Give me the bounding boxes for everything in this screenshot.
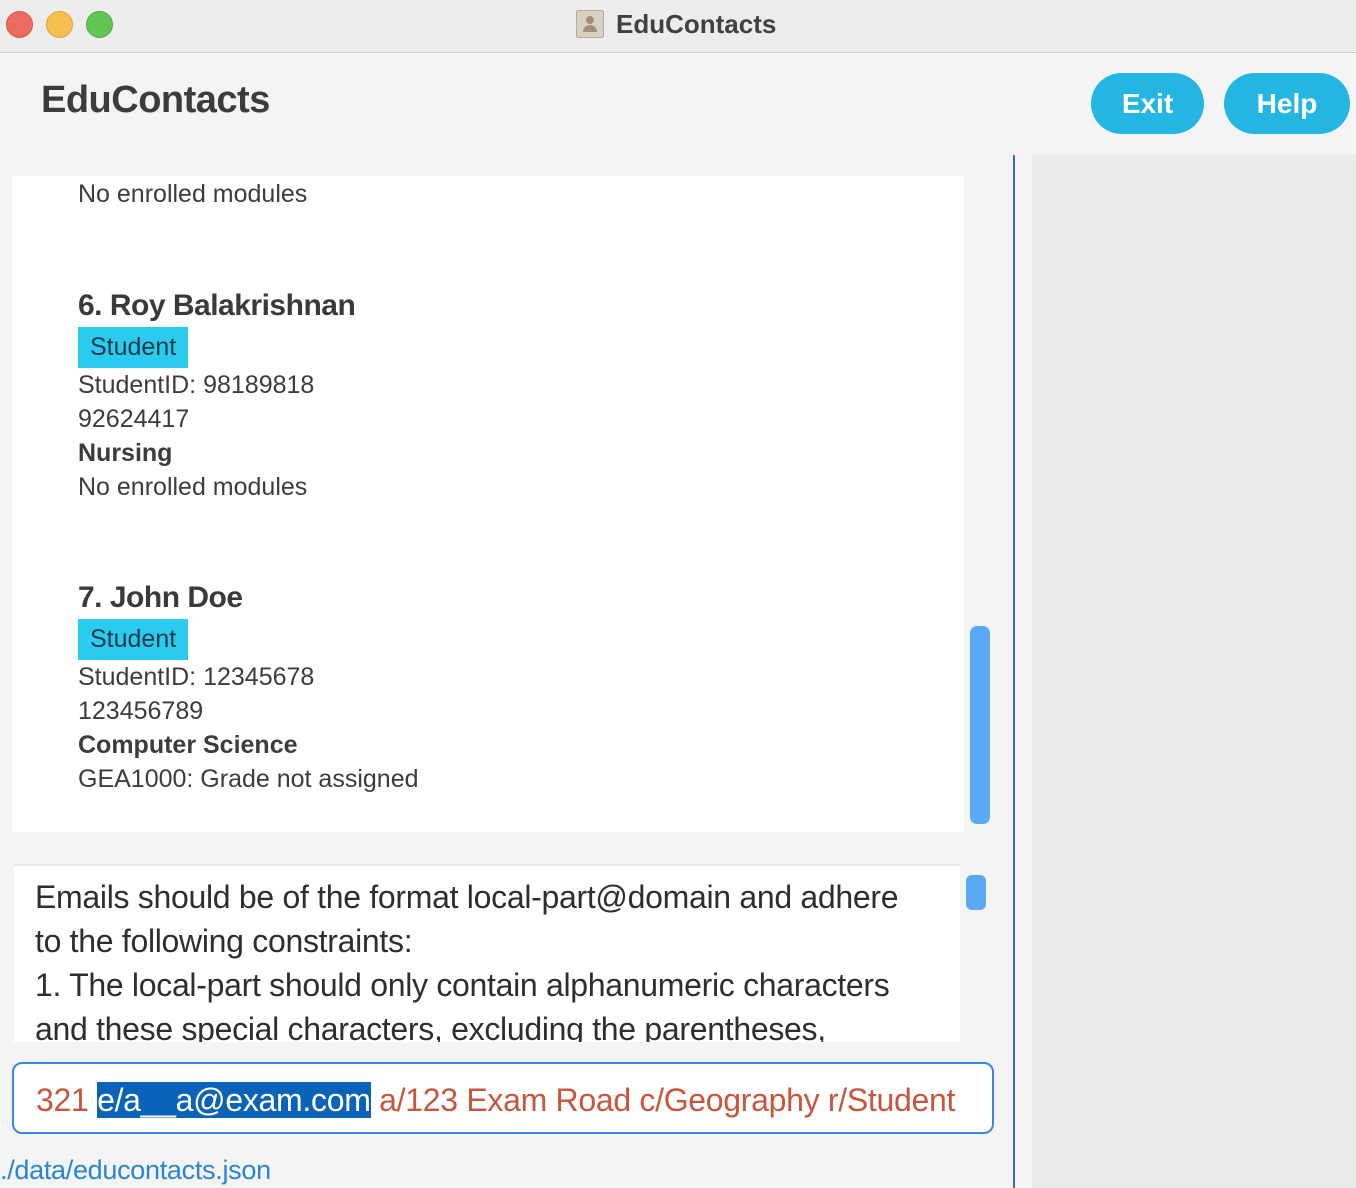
role-tag: Student bbox=[78, 619, 189, 660]
result-display[interactable]: Emails should be of the format local-par… bbox=[14, 864, 960, 1042]
list-item[interactable]: 6. Roy Balakrishnan Student StudentID: 9… bbox=[78, 287, 356, 504]
list-item[interactable]: No enrolled modules bbox=[78, 177, 307, 211]
contacts-app-icon bbox=[576, 10, 604, 38]
split-pane-divider[interactable] bbox=[1013, 155, 1015, 1188]
minimize-window-button[interactable] bbox=[46, 11, 73, 38]
app-name: EduContacts bbox=[41, 79, 270, 121]
close-window-button[interactable] bbox=[6, 11, 33, 38]
exit-button[interactable]: Exit bbox=[1091, 73, 1204, 134]
contact-name: 7. John Doe bbox=[78, 581, 243, 614]
contact-modules: No enrolled modules bbox=[78, 180, 308, 208]
contact-modules: No enrolled modules bbox=[78, 473, 308, 501]
help-button[interactable]: Help bbox=[1224, 73, 1350, 134]
app-header: EduContacts Exit Help bbox=[0, 53, 1356, 155]
maximize-window-button[interactable] bbox=[86, 11, 113, 38]
right-panel bbox=[1032, 155, 1356, 1188]
contact-student-id: StudentID: 12345678 bbox=[78, 663, 315, 691]
result-display-scrollbar[interactable] bbox=[966, 875, 986, 910]
command-text-after: a/123 Exam Road c/Geography r/Student bbox=[370, 1082, 956, 1118]
result-message: Emails should be of the format local-par… bbox=[35, 879, 899, 1042]
window-title-text: EduContacts bbox=[616, 8, 777, 39]
contact-phone: 123456789 bbox=[78, 697, 204, 725]
command-text-selection: e/a__a@exam.com bbox=[97, 1082, 371, 1118]
window-titlebar: EduContacts bbox=[0, 0, 1356, 53]
contact-course: Nursing bbox=[78, 439, 173, 467]
list-item[interactable]: 7. John Doe Student StudentID: 12345678 … bbox=[78, 579, 419, 796]
command-text: 321 e/a__a@exam.com a/123 Exam Road c/Ge… bbox=[36, 1080, 955, 1120]
contact-student-id: StudentID: 98189818 bbox=[78, 371, 315, 399]
contact-list-scrollbar[interactable] bbox=[970, 626, 990, 824]
contact-list[interactable]: No enrolled modules 6. Roy Balakrishnan … bbox=[12, 176, 964, 832]
contact-phone: 92624417 bbox=[78, 405, 190, 433]
contact-course: Computer Science bbox=[78, 731, 298, 759]
status-bar-file-path: ./data/educontacts.json bbox=[0, 1155, 271, 1185]
command-text-before: 321 bbox=[36, 1082, 98, 1118]
command-input[interactable]: 321 e/a__a@exam.com a/123 Exam Road c/Ge… bbox=[12, 1062, 994, 1134]
contact-name: 6. Roy Balakrishnan bbox=[78, 289, 356, 322]
role-tag: Student bbox=[78, 327, 189, 368]
window-title: EduContacts bbox=[576, 8, 776, 40]
contact-modules: GEA1000: Grade not assigned bbox=[78, 765, 419, 793]
